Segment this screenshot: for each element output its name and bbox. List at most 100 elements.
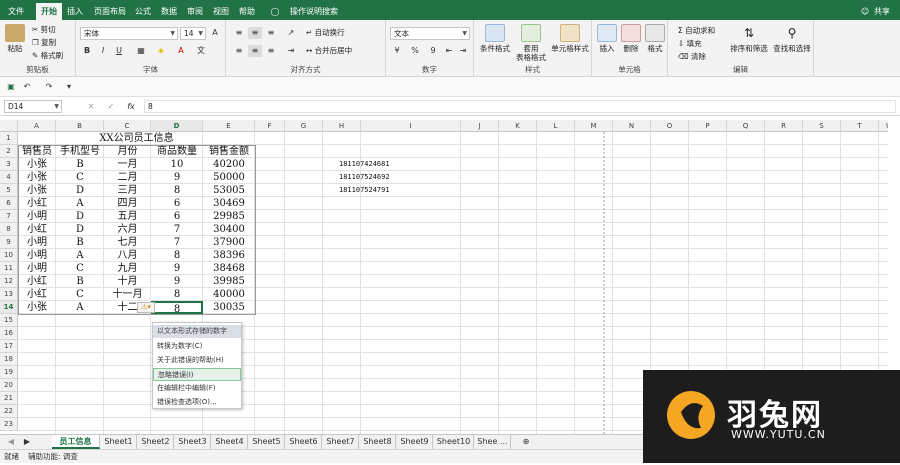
tab-file[interactable]: 文件 xyxy=(4,3,28,20)
table-cell[interactable]: 37900 xyxy=(203,236,255,249)
merge-center-button[interactable]: ↔ 合并后居中 xyxy=(306,45,352,56)
error-checking-options-item[interactable]: 错误检查选项(O)... xyxy=(153,396,241,409)
table-cell[interactable]: D xyxy=(56,184,104,197)
header-cell[interactable]: 商品数量 xyxy=(151,145,203,158)
percent-button[interactable]: % xyxy=(408,45,422,57)
tab-review[interactable]: 审阅 xyxy=(184,3,206,20)
table-cell[interactable]: 小张 xyxy=(18,301,56,314)
italic-button[interactable]: I xyxy=(96,45,110,57)
conditional-format-button[interactable]: 条件格式 xyxy=(478,24,512,53)
copy-button[interactable]: ❐ 复制 xyxy=(32,37,56,48)
table-cell[interactable]: 38468 xyxy=(203,262,255,275)
scroll-left-icon[interactable]: ◀ xyxy=(4,435,18,449)
increase-decimal-icon[interactable]: ⇤ xyxy=(442,45,456,57)
h-column-cell[interactable]: 181107524791 xyxy=(323,184,390,197)
table-cell[interactable]: 40200 xyxy=(203,158,255,171)
table-cell[interactable]: D xyxy=(56,210,104,223)
tab-home[interactable]: 开始 xyxy=(36,3,62,20)
formula-input[interactable]: 8 xyxy=(144,100,896,113)
indent-icon[interactable]: ⇥ xyxy=(284,45,298,57)
border-icon[interactable]: ▦ xyxy=(134,45,148,57)
header-cell[interactable]: 手机型号 xyxy=(56,145,104,158)
insert-cells-button[interactable]: 插入 xyxy=(596,24,618,53)
share-button[interactable]: 共享 xyxy=(870,3,894,20)
table-cell[interactable]: 8 xyxy=(151,184,203,197)
paste-button[interactable]: 粘贴 xyxy=(4,24,26,53)
insert-function-icon[interactable]: fx xyxy=(124,101,138,113)
table-cell[interactable]: 十月 xyxy=(104,275,151,288)
table-cell[interactable]: 30400 xyxy=(203,223,255,236)
table-cell[interactable]: 6 xyxy=(151,210,203,223)
phonetic-icon[interactable]: 文 xyxy=(194,45,208,57)
table-cell[interactable]: 30469 xyxy=(203,197,255,210)
table-cell[interactable]: 10 xyxy=(151,158,203,171)
underline-button[interactable]: U xyxy=(112,45,126,57)
table-cell[interactable]: 小张 xyxy=(18,184,56,197)
table-cell[interactable]: 十一月 xyxy=(104,288,151,301)
table-cell[interactable]: 六月 xyxy=(104,223,151,236)
table-cell[interactable]: 一月 xyxy=(104,158,151,171)
table-cell[interactable]: B xyxy=(56,275,104,288)
table-cell[interactable]: 8 xyxy=(151,249,203,262)
save-icon[interactable]: ▣ xyxy=(4,81,18,93)
customize-qat-icon[interactable]: ▾ xyxy=(62,81,76,93)
table-cell[interactable]: C xyxy=(56,262,104,275)
table-cell[interactable]: A xyxy=(56,197,104,210)
fill-color-icon[interactable]: ◈ xyxy=(154,45,168,57)
sheet-tab[interactable]: Sheet9 xyxy=(397,435,433,449)
table-cell[interactable]: 8 xyxy=(151,288,203,301)
sheet-tab[interactable]: 员工信息 xyxy=(52,435,100,449)
table-cell[interactable]: 三月 xyxy=(104,184,151,197)
grow-font-icon[interactable]: A xyxy=(208,27,222,39)
table-cell[interactable]: 小红 xyxy=(18,288,56,301)
table-cell[interactable]: 9 xyxy=(151,262,203,275)
align-top-icon[interactable]: ≡ xyxy=(232,27,246,39)
table-cell[interactable]: B xyxy=(56,236,104,249)
cell-styles-button[interactable]: 单元格样式 xyxy=(550,24,590,53)
table-cell[interactable]: 八月 xyxy=(104,249,151,262)
convert-to-number-item[interactable]: 转换为数字(C) xyxy=(153,340,241,353)
autosum-button[interactable]: Σ 自动求和 xyxy=(678,25,715,36)
sheet-tab[interactable]: Sheet1 xyxy=(101,435,137,449)
align-right-icon[interactable]: ≡ xyxy=(264,45,278,57)
align-bottom-icon[interactable]: ≡ xyxy=(264,27,278,39)
h-column-cell[interactable]: 181107524692 xyxy=(323,171,390,184)
table-cell[interactable]: C xyxy=(56,171,104,184)
table-cell[interactable]: 29985 xyxy=(203,210,255,223)
format-cells-button[interactable]: 格式 xyxy=(644,24,666,53)
tab-help[interactable]: 帮助 xyxy=(236,3,258,20)
error-help-item[interactable]: 关于此错误的帮助(H) xyxy=(153,354,241,367)
tab-page-layout[interactable]: 页面布局 xyxy=(90,3,130,20)
table-cell[interactable]: 小红 xyxy=(18,223,56,236)
redo-icon[interactable]: ↷ xyxy=(42,81,56,93)
align-left-icon[interactable]: ≡ xyxy=(232,45,246,57)
clear-button[interactable]: ⌫ 清除 xyxy=(678,51,706,62)
table-cell[interactable]: 7 xyxy=(151,223,203,236)
table-cell[interactable]: C xyxy=(56,288,104,301)
delete-cells-button[interactable]: 删除 xyxy=(620,24,642,53)
cut-button[interactable]: ✂ 剪切 xyxy=(32,24,56,35)
table-cell[interactable]: 九月 xyxy=(104,262,151,275)
tab-view[interactable]: 视图 xyxy=(210,3,232,20)
table-cell[interactable]: 小明 xyxy=(18,236,56,249)
table-cell[interactable]: 小张 xyxy=(18,158,56,171)
orientation-icon[interactable]: ↗ xyxy=(284,27,298,39)
font-size-select[interactable]: 14 ▼ xyxy=(180,27,206,40)
table-cell[interactable]: 小红 xyxy=(18,197,56,210)
font-name-select[interactable]: 宋体 ▼ xyxy=(80,27,178,40)
find-select-button[interactable]: ⚲ 查找和选择 xyxy=(770,24,814,53)
tell-me-search[interactable]: 操作说明搜索 xyxy=(284,3,344,20)
enter-icon[interactable]: ✓ xyxy=(104,101,118,113)
fill-button[interactable]: ⇩ 填充 xyxy=(678,38,702,49)
table-cell[interactable]: 9 xyxy=(151,275,203,288)
table-cell[interactable]: B xyxy=(56,158,104,171)
edit-in-formula-bar-item[interactable]: 在编辑栏中编辑(F) xyxy=(153,382,241,395)
table-cell[interactable]: 38396 xyxy=(203,249,255,262)
header-cell[interactable]: 销售金额 xyxy=(203,145,255,158)
table-cell[interactable]: 30035 xyxy=(203,301,255,314)
tab-data[interactable]: 数据 xyxy=(158,3,180,20)
table-cell[interactable]: A xyxy=(56,301,104,314)
sort-filter-button[interactable]: ⇅ 排序和筛选 xyxy=(730,24,768,53)
ignore-error-item[interactable]: 忽略错误(I) xyxy=(153,368,241,381)
sheet-tab[interactable]: Sheet8 xyxy=(360,435,396,449)
